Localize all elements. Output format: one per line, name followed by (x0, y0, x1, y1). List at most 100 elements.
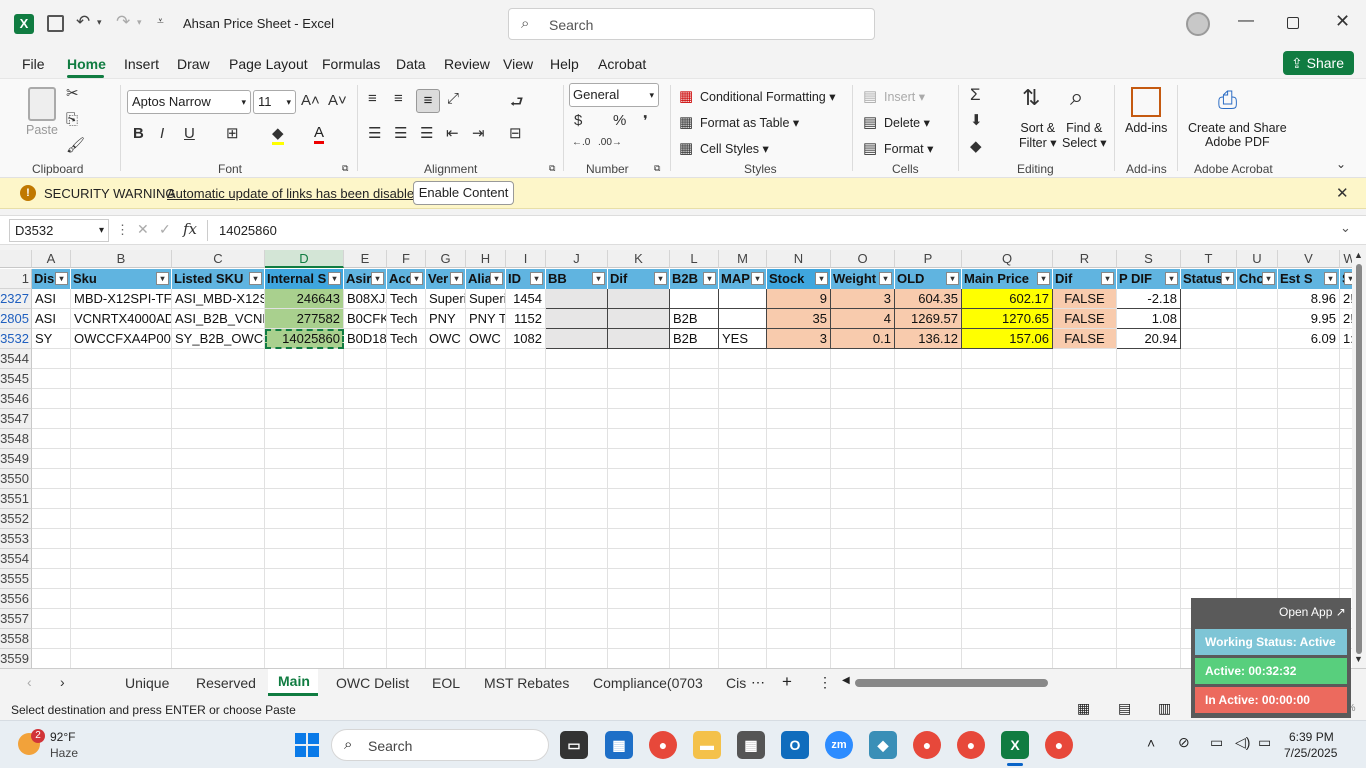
empty-cell[interactable] (466, 649, 506, 668)
clock-time[interactable]: 6:39 PM (1289, 730, 1334, 744)
table-cell[interactable]: ASI_MBD-X12SP (172, 289, 265, 309)
empty-cell[interactable] (172, 609, 265, 629)
empty-cell[interactable] (608, 529, 670, 549)
empty-cell[interactable] (1053, 349, 1117, 369)
empty-cell[interactable] (426, 549, 466, 569)
empty-cell[interactable] (172, 509, 265, 529)
sort-filter-button[interactable]: Sort & Filter ▾ (1019, 121, 1057, 150)
table-cell[interactable]: MBD-X12SPI-TF- (71, 289, 172, 309)
empty-cell[interactable] (1117, 449, 1181, 469)
empty-cell[interactable] (466, 569, 506, 589)
cancel-entry-icon[interactable]: ✕ (137, 221, 149, 238)
empty-cell[interactable] (506, 409, 546, 429)
row-header[interactable]: 3545 (0, 369, 32, 389)
empty-cell[interactable] (1237, 549, 1278, 569)
filter-dropdown-icon[interactable]: ▾ (1037, 272, 1050, 285)
empty-cell[interactable] (895, 569, 962, 589)
empty-cell[interactable] (32, 629, 71, 649)
empty-cell[interactable] (1340, 409, 1352, 429)
empty-cell[interactable] (1181, 529, 1237, 549)
empty-cell[interactable] (831, 629, 895, 649)
table-cell[interactable]: 9.95 (1278, 309, 1340, 329)
empty-cell[interactable] (1117, 549, 1181, 569)
search-box[interactable]: ⌕ Search (508, 8, 875, 40)
table-cell[interactable]: 3 (831, 289, 895, 309)
empty-cell[interactable] (546, 429, 608, 449)
empty-cell[interactable] (1278, 369, 1340, 389)
empty-cell[interactable] (1237, 469, 1278, 489)
empty-cell[interactable] (546, 449, 608, 469)
table-cell[interactable]: Tech (387, 289, 426, 309)
chrome-profile-2-icon[interactable]: ● (957, 731, 985, 759)
empty-cell[interactable] (719, 369, 767, 389)
empty-cell[interactable] (546, 469, 608, 489)
font-color-icon[interactable]: A (314, 124, 325, 144)
filter-dropdown-icon[interactable]: ▾ (55, 272, 68, 285)
filter-dropdown-icon[interactable]: ▾ (1165, 272, 1178, 285)
column-header-q[interactable]: Q (962, 250, 1053, 268)
empty-cell[interactable] (71, 569, 172, 589)
empty-cell[interactable] (387, 469, 426, 489)
empty-cell[interactable] (1117, 609, 1181, 629)
formula-input[interactable]: 14025860 (219, 223, 277, 238)
empty-cell[interactable] (895, 389, 962, 409)
tab-compliance[interactable]: Compliance(0703 (593, 675, 703, 691)
empty-cell[interactable] (895, 529, 962, 549)
empty-cell[interactable] (719, 349, 767, 369)
empty-cell[interactable] (962, 349, 1053, 369)
empty-cell[interactable] (1117, 589, 1181, 609)
chrome-profile-icon[interactable]: ● (913, 731, 941, 759)
empty-cell[interactable] (506, 369, 546, 389)
paste-icon[interactable] (28, 87, 56, 121)
empty-cell[interactable] (1237, 569, 1278, 589)
empty-cell[interactable] (466, 449, 506, 469)
empty-cell[interactable] (1117, 369, 1181, 389)
empty-cell[interactable] (895, 589, 962, 609)
empty-cell[interactable] (387, 549, 426, 569)
menu-acrobat[interactable]: Acrobat (598, 56, 646, 72)
empty-cell[interactable] (506, 349, 546, 369)
empty-cell[interactable] (1340, 369, 1352, 389)
empty-cell[interactable] (344, 649, 387, 668)
empty-cell[interactable] (71, 649, 172, 668)
empty-cell[interactable] (670, 509, 719, 529)
empty-cell[interactable] (670, 409, 719, 429)
empty-cell[interactable] (71, 389, 172, 409)
table-header-cell[interactable]: Cho ▾ (1237, 269, 1278, 289)
empty-cell[interactable] (172, 569, 265, 589)
empty-cell[interactable] (670, 489, 719, 509)
empty-cell[interactable] (71, 509, 172, 529)
table-cell[interactable]: 3 (767, 329, 831, 349)
empty-cell[interactable] (1278, 429, 1340, 449)
empty-cell[interactable] (426, 469, 466, 489)
chrome-profile-3-icon[interactable]: ● (1045, 731, 1073, 759)
empty-cell[interactable] (506, 509, 546, 529)
menu-home[interactable]: Home (67, 56, 106, 72)
table-header-cell[interactable]: Dif ▾ (1053, 269, 1117, 289)
empty-cell[interactable] (32, 349, 71, 369)
empty-cell[interactable] (670, 649, 719, 668)
table-header-cell[interactable]: B2B ▾ (670, 269, 719, 289)
empty-cell[interactable] (895, 609, 962, 629)
empty-cell[interactable] (466, 409, 506, 429)
empty-cell[interactable] (670, 429, 719, 449)
empty-cell[interactable] (387, 449, 426, 469)
empty-cell[interactable] (608, 489, 670, 509)
table-cell[interactable]: 4 (831, 309, 895, 329)
comma-style-icon[interactable]: ❜ (643, 112, 648, 130)
empty-cell[interactable] (767, 549, 831, 569)
empty-cell[interactable] (344, 409, 387, 429)
chrome-icon[interactable]: ● (649, 731, 677, 759)
empty-cell[interactable] (546, 389, 608, 409)
empty-cell[interactable] (962, 589, 1053, 609)
table-cell[interactable]: 2! (1340, 289, 1352, 309)
table-cell[interactable]: 1270.65 (962, 309, 1053, 329)
currency-icon[interactable]: $ (574, 112, 582, 129)
empty-cell[interactable] (32, 549, 71, 569)
increase-decimal-icon[interactable]: ←.0 (572, 137, 590, 148)
empty-cell[interactable] (426, 529, 466, 549)
empty-cell[interactable] (1181, 389, 1237, 409)
empty-cell[interactable] (895, 349, 962, 369)
empty-cell[interactable] (767, 409, 831, 429)
table-header-cell[interactable]: Weight ▾ (831, 269, 895, 289)
